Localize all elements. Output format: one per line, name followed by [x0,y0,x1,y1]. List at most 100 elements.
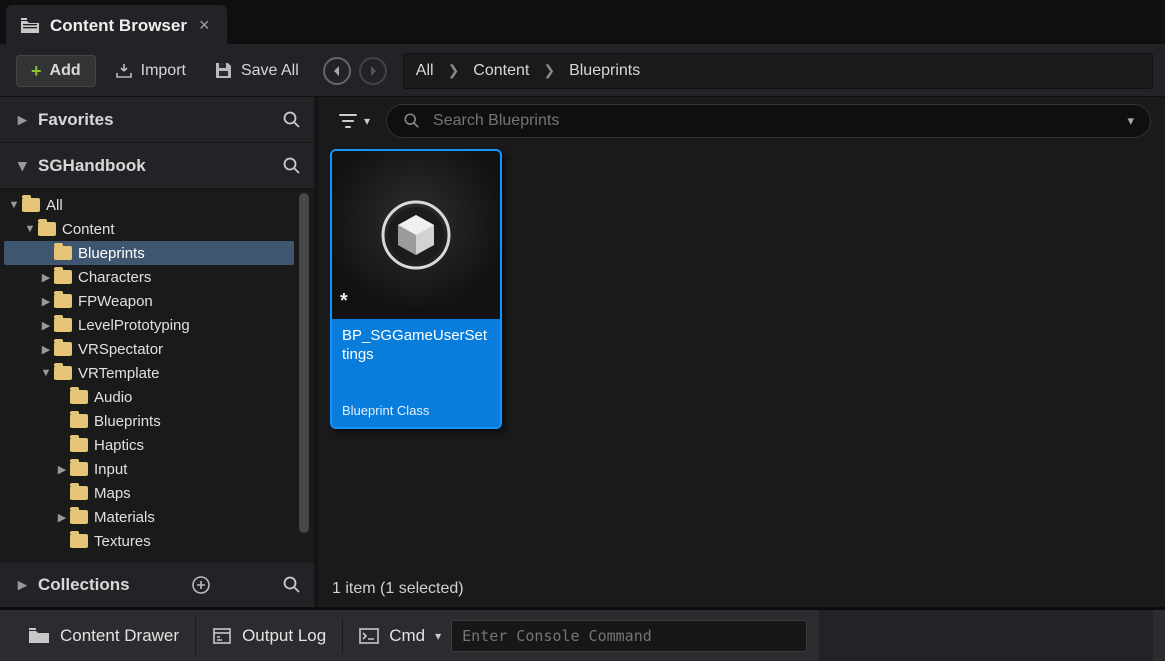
folder-icon [70,438,88,452]
chevron-down-icon[interactable]: ▼ [24,223,36,235]
cmd-selector[interactable]: Cmd ▾ [343,618,451,654]
tree-item[interactable]: ▼All [4,193,294,217]
import-icon [114,62,134,80]
output-log-button[interactable]: Output Log [196,618,343,654]
asset-grid[interactable]: * BP_SGGameUserSettings Blueprint Class [318,145,1165,571]
tab-bar: Content Browser × [0,0,1165,44]
tree-item-label: VRSpectator [78,341,163,358]
scrollbar[interactable] [299,193,309,533]
filter-button[interactable]: ▾ [332,109,376,133]
tree-item-label: FPWeapon [78,293,153,310]
nav-back-button[interactable] [323,57,351,85]
folder-icon [70,486,88,500]
chevron-down-icon[interactable]: ▾ [1127,113,1134,129]
chevron-right-icon[interactable]: ▶ [56,463,68,476]
console-input[interactable] [451,620,807,652]
dirty-indicator: * [340,290,348,313]
tree-item[interactable]: ▶Haptics [4,433,294,457]
folder-icon [54,366,72,380]
chevron-right-icon[interactable]: ▶ [56,511,68,524]
add-button[interactable]: + Add [16,55,96,87]
filter-icon [338,113,358,129]
breadcrumb-item[interactable]: Content [473,62,529,80]
folder-icon [70,534,88,548]
chevron-right-icon[interactable]: ▶ [40,295,52,308]
tree-item[interactable]: ▶Blueprints [4,409,294,433]
chevron-right-icon[interactable]: ▶ [40,271,52,284]
chevron-right-icon[interactable]: ▶ [40,319,52,332]
import-button[interactable]: Import [106,56,194,86]
tab-close-button[interactable]: × [197,15,212,36]
search-field[interactable]: ▾ [386,104,1151,138]
save-all-label: Save All [241,62,299,80]
chevron-right-icon: ❯ [448,62,460,79]
tree-item-label: Haptics [94,437,144,454]
folder-tree[interactable]: ▼All▼Content▶Blueprints▶Characters▶FPWea… [4,193,294,557]
search-icon[interactable] [282,575,302,595]
tree-item-label: Blueprints [94,413,161,430]
add-label: Add [50,62,81,80]
drawer-icon [28,627,50,645]
folder-icon [54,342,72,356]
sidebar: ▸ Favorites ▾ SGHandbook ▼All▼Content▶Bl… [0,97,318,607]
collections-header[interactable]: ▸ Collections [0,561,314,607]
tree-item[interactable]: ▶Maps [4,481,294,505]
folder-icon [70,414,88,428]
breadcrumb-item[interactable]: Blueprints [569,62,640,80]
plus-icon: + [31,62,42,80]
tree-item-label: Textures [94,533,151,550]
content-area: ▾ ▾ * [318,97,1165,607]
collections-label: Collections [38,575,130,595]
content-drawer-button[interactable]: Content Drawer [12,618,196,654]
chevron-down-icon[interactable]: ▼ [40,367,52,379]
chevron-down-icon[interactable]: ▼ [8,199,20,211]
tree-item[interactable]: ▶Input [4,457,294,481]
tree-item-label: Maps [94,485,131,502]
asset-name: BP_SGGameUserSettings [342,327,490,365]
chevron-right-icon[interactable]: ▶ [40,343,52,356]
project-label: SGHandbook [38,156,146,176]
tree-item[interactable]: ▶ Materials [4,505,294,529]
blueprint-icon [380,199,452,271]
bottom-dock: Content Drawer Output Log Cmd ▾ [0,607,1165,661]
tree-item[interactable]: ▶Textures [4,529,294,553]
breadcrumb[interactable]: All ❯ Content ❯ Blueprints [403,53,1153,89]
output-log-label: Output Log [242,626,326,646]
search-icon[interactable] [282,110,302,130]
project-header[interactable]: ▾ SGHandbook [0,143,314,189]
tree-item-label: Content [62,221,115,238]
folder-icon [70,510,88,524]
tree-item-label: Materials [94,509,155,526]
folder-icon [38,222,56,236]
toolbar: + Add Import Save All All ❯ Content ❯ Bl… [0,44,1165,96]
favorites-label: Favorites [38,110,114,130]
tab-content-browser[interactable]: Content Browser × [6,5,227,44]
tree-item[interactable]: ▶ LevelPrototyping [4,313,294,337]
add-collection-button[interactable] [191,575,211,595]
tab-title: Content Browser [50,16,187,36]
asset-thumbnail: * [332,151,500,319]
status-bar: 1 item (1 selected) [318,571,1165,607]
tree-item[interactable]: ▶Blueprints [4,241,294,265]
search-input[interactable] [431,111,1117,131]
tree-item[interactable]: ▶ FPWeapon [4,289,294,313]
content-drawer-label: Content Drawer [60,626,179,646]
tree-item[interactable]: ▼VRTemplate [4,361,294,385]
tree-item[interactable]: ▶Characters [4,265,294,289]
favorites-header[interactable]: ▸ Favorites [0,97,314,143]
tree-item[interactable]: ▶ VRSpectator [4,337,294,361]
search-icon[interactable] [282,156,302,176]
breadcrumb-item[interactable]: All [416,62,434,80]
log-icon [212,627,232,645]
chevron-down-icon: ▾ [18,156,30,176]
status-text: 1 item (1 selected) [332,580,464,598]
folder-icon [70,462,88,476]
save-all-button[interactable]: Save All [204,55,307,87]
tree-item-label: Blueprints [78,245,145,262]
tree-item[interactable]: ▶Audio [4,385,294,409]
asset-card[interactable]: * BP_SGGameUserSettings Blueprint Class [330,149,502,429]
folder-icon [70,390,88,404]
chevron-down-icon: ▾ [364,114,370,128]
tree-item[interactable]: ▼ Content [4,217,294,241]
tree-item-label: LevelPrototyping [78,317,190,334]
